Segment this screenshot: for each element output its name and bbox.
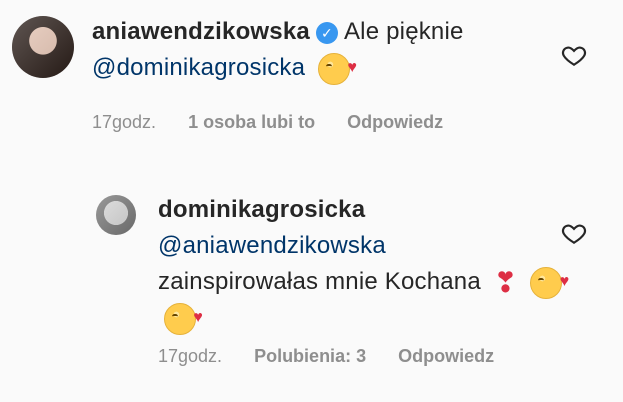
kissing-face-heart-emoji — [530, 264, 569, 300]
comment-text: aniawendzikowska ✓ Ale pięknie @dominikagr… — [92, 14, 512, 86]
reply-button[interactable]: Odpowiedz — [398, 346, 494, 367]
mention-link[interactable]: @dominikagrosicka — [92, 54, 305, 81]
comment-item: aniawendzikowska ✓ Ale pięknie @dominikagr… — [0, 0, 623, 175]
avatar[interactable] — [12, 16, 74, 78]
comment-username[interactable]: dominikagrosicka — [158, 196, 365, 223]
mention-link[interactable]: @aniawendzikowska — [158, 232, 386, 259]
comment-item: dominikagrosicka @aniawendzikowska zains… — [0, 175, 623, 402]
comment-text: dominikagrosicka @aniawendzikowska zains… — [158, 192, 578, 337]
comment-time[interactable]: 17godz. — [158, 346, 222, 367]
likes-count[interactable]: Polubienia: 3 — [254, 346, 366, 367]
kissing-face-heart-emoji — [164, 300, 203, 336]
comment-time[interactable]: 17godz. — [92, 112, 156, 133]
reply-button[interactable]: Odpowiedz — [347, 112, 443, 133]
avatar[interactable] — [96, 195, 136, 235]
comment-username[interactable]: aniawendzikowska — [92, 18, 310, 45]
kissing-face-heart-emoji — [318, 50, 357, 86]
comment-body: zainspirowałas mnie Kochana — [158, 268, 481, 295]
comment-body: Ale pięknie — [343, 18, 464, 45]
heart-outline-icon[interactable] — [560, 220, 588, 246]
heart-outline-icon[interactable] — [560, 42, 588, 68]
verified-badge-icon: ✓ — [315, 21, 338, 44]
comment-meta: 17godz. Polubienia: 3 Odpowiedz — [158, 346, 494, 367]
comment-meta: 17godz. 1 osoba lubi to Odpowiedz — [92, 112, 443, 133]
heart-exclamation-emoji: ❣ — [493, 266, 518, 298]
likes-count[interactable]: 1 osoba lubi to — [188, 112, 315, 133]
